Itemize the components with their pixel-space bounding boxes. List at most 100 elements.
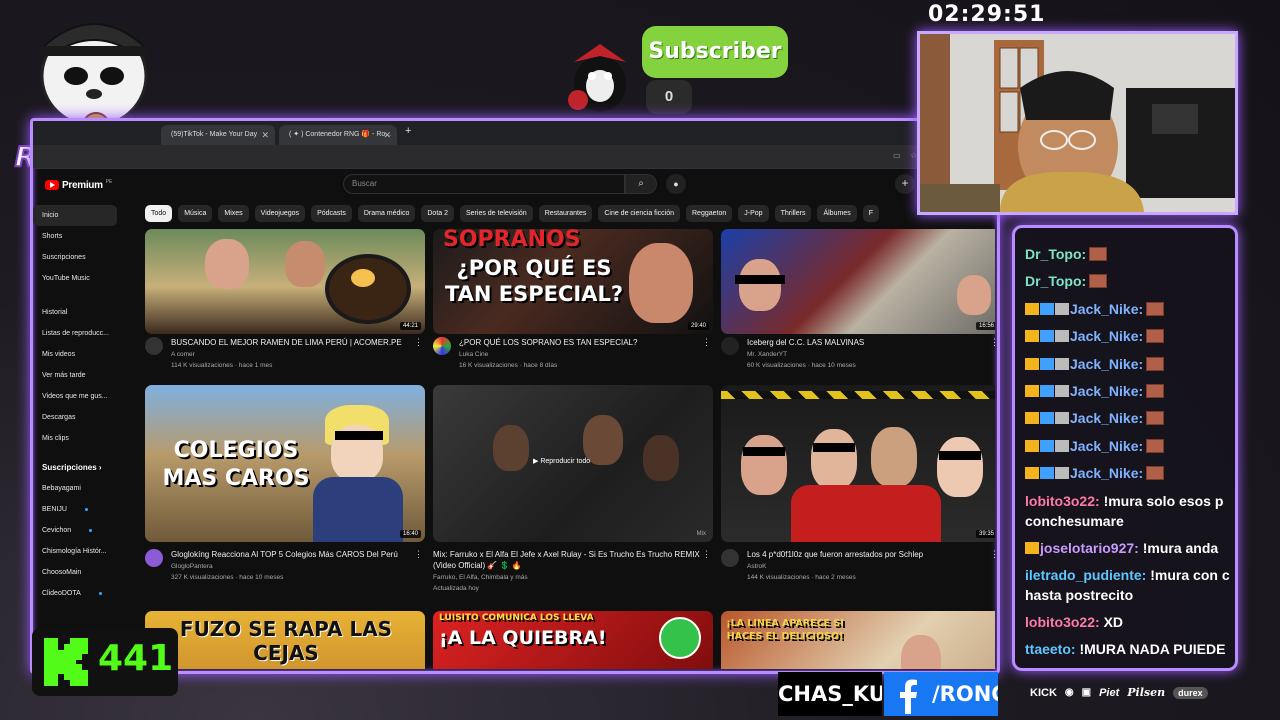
filter-chip[interactable]: Todo <box>145 205 173 222</box>
filter-chip[interactable]: F <box>862 205 879 222</box>
channel-avatar[interactable] <box>433 337 451 355</box>
filter-chip[interactable]: Reggaeton <box>686 205 733 222</box>
close-icon[interactable]: ✕ <box>261 125 269 145</box>
sidebar-sub-channel[interactable]: ClideoDOTA <box>33 583 123 604</box>
video-duration: 39:35 <box>975 530 995 538</box>
close-icon[interactable]: ✕ <box>383 125 391 145</box>
filter-chip[interactable]: Dota 2 <box>421 205 454 222</box>
channel-name[interactable]: A comer <box>171 350 195 359</box>
video-stats[interactable]: GlogloPantera <box>171 562 213 571</box>
more-options-icon[interactable]: ⋮ <box>702 337 711 348</box>
video-thumbnail[interactable]: SOPRANOS ¿POR QUÉ ES TAN ESPECIAL? 29:40 <box>433 229 713 334</box>
channel-avatar[interactable] <box>145 337 163 355</box>
video-title[interactable]: ¿POR QUÉ LOS SOPRANO ES TAN ESPECIAL? <box>459 337 699 348</box>
chat-username[interactable]: Jack_Nike: <box>1070 301 1143 317</box>
video-thumbnail[interactable]: 44:21 <box>145 229 425 334</box>
sidebar-sub-channel[interactable]: ChoosoMain <box>33 562 123 583</box>
sidebar-subscriptions-header[interactable]: Suscripciones › <box>33 457 123 478</box>
browser-tab-roblox[interactable]: ( ✦ ) Contenedor RNG 🎁 - Ro... ✕ <box>279 125 397 145</box>
censor-bar <box>813 443 855 452</box>
sidebar-item-suscripciones[interactable]: Suscripciones <box>33 247 123 268</box>
video-title[interactable]: Iceberg del C.C. LAS MALVINAS <box>747 337 987 348</box>
channel-avatar[interactable] <box>721 337 739 355</box>
video-thumbnail[interactable]: COLEGIOS MAS CAROS 16:40 <box>145 385 425 542</box>
sidebar-item-historial[interactable]: Historial <box>33 302 123 323</box>
chat-username[interactable]: Jack_Nike: <box>1070 328 1143 344</box>
more-options-icon[interactable]: ⋮ <box>702 549 711 560</box>
channel-name[interactable]: Luka Cine <box>459 350 488 359</box>
more-options-icon[interactable]: ⋮ <box>414 337 423 348</box>
play-all-overlay[interactable]: ▶ Reproducir todo <box>533 457 590 465</box>
video-thumbnail[interactable]: 16:56 <box>721 229 995 334</box>
sidebar-item-mis-videos[interactable]: Mis videos <box>33 344 123 365</box>
channel-avatar[interactable] <box>721 549 739 567</box>
cast-icon[interactable]: ▭ <box>893 151 903 161</box>
chat-username[interactable]: iletrado_pudiente: <box>1025 567 1146 583</box>
video-title[interactable]: Mix: Farruko x El Alfa El Jefe x Axel Ru… <box>433 549 703 571</box>
youtube-premium-logo[interactable]: Premium PE <box>45 177 112 193</box>
filter-chip[interactable]: Cine de ciencia ficción <box>598 205 680 222</box>
filter-chip[interactable]: J-Pop <box>738 205 769 222</box>
subscriber-button[interactable]: Subscriber <box>642 26 788 78</box>
chat-username[interactable]: Dr_Topo: <box>1025 273 1086 289</box>
filter-chip[interactable]: Videojuegos <box>254 205 306 222</box>
sidebar-sub-channel[interactable]: BENIJU <box>33 499 123 520</box>
chat-badge-icon <box>1025 467 1039 480</box>
filter-chip[interactable]: Mixes <box>218 205 249 222</box>
address-bar[interactable]: ▭ ☆ <box>33 145 997 169</box>
search-input[interactable]: Buscar <box>343 174 625 194</box>
filter-chip[interactable]: Álbumes <box>817 205 857 222</box>
chat-username[interactable]: Jack_Nike: <box>1070 383 1143 399</box>
video-thumbnail[interactable]: LUISITO COMUNICA LOS LLEVA ¡A LA QUIEBRA… <box>433 611 713 669</box>
video-thumbnail[interactable]: ¡LA LINEA APARECE SI HACES EL DELICIOSO! <box>721 611 995 669</box>
chat-username[interactable]: joselotario927: <box>1040 540 1139 556</box>
create-icon[interactable]: + <box>895 174 915 194</box>
video-stats: 16 K visualizaciones · hace 8 días <box>459 362 558 369</box>
more-options-icon[interactable]: ⋮ <box>990 337 995 348</box>
filter-chip[interactable]: Restaurantes <box>538 205 593 222</box>
filter-chip[interactable]: Pódcasts <box>311 205 352 222</box>
sidebar-sub-channel[interactable]: Bebayagami <box>33 478 123 499</box>
channel-name[interactable]: Mr. XanderYT <box>747 350 787 359</box>
channel-avatar[interactable] <box>145 549 163 567</box>
video-title[interactable]: Gloglokíng Reacciona Al TOP 5 Colegios M… <box>171 549 411 560</box>
filter-chip[interactable]: Drama médico <box>357 205 416 222</box>
chat-message: ttaeeto: !MURA NADA PUIEDE <box>1025 639 1235 659</box>
video-title[interactable]: Los 4 p*d0f1l0z que fueron arrestados po… <box>747 549 987 560</box>
channel-name[interactable]: Farruko, El Alfa, Chimbala y más <box>433 573 528 582</box>
more-options-icon[interactable]: ⋮ <box>990 549 995 560</box>
sidebar-item-shorts[interactable]: Shorts <box>33 226 123 247</box>
video-thumbnail[interactable]: FUZO SE RAPA LAS CEJAS <box>145 611 425 669</box>
chat-username[interactable]: lobito3o22: <box>1025 493 1100 509</box>
chat-username[interactable]: lobito3o22: <box>1025 614 1100 630</box>
video-thumbnail[interactable]: ▶ Reproducir todo Mix <box>433 385 713 542</box>
sidebar-item-descargas[interactable]: Descargas <box>33 407 123 428</box>
microphone-icon[interactable]: ● <box>666 174 686 194</box>
sidebar-item-videos-me-gustan[interactable]: Videos que me gus... <box>33 386 123 407</box>
chat-username[interactable]: Dr_Topo: <box>1025 246 1086 262</box>
chat-username[interactable]: ttaeeto: <box>1025 641 1076 657</box>
sidebar-item-mis-clips[interactable]: Mis clips <box>33 428 123 449</box>
sidebar-sub-channel[interactable]: Chismología Histór... <box>33 541 123 562</box>
chat-username[interactable]: Jack_Nike: <box>1070 438 1143 454</box>
youtube-brand-text: Premium <box>62 179 103 191</box>
video-thumbnail[interactable]: 39:35 <box>721 385 995 542</box>
chat-badge-icon <box>1055 412 1069 425</box>
filter-chip[interactable]: Música <box>178 205 213 222</box>
filter-chip[interactable]: Series de televisión <box>460 205 533 222</box>
chat-username[interactable]: Jack_Nike: <box>1070 410 1143 426</box>
channel-name[interactable]: AstroK <box>747 562 767 571</box>
video-title[interactable]: BUSCANDO EL MEJOR RAMEN DE LIMA PERÚ | A… <box>171 337 411 348</box>
sidebar-item-inicio[interactable]: Inicio <box>33 205 117 226</box>
filter-chip[interactable]: Thrillers <box>774 205 812 222</box>
more-options-icon[interactable]: ⋮ <box>414 549 423 560</box>
sidebar-sub-channel[interactable]: Cevichon <box>33 520 123 541</box>
search-icon[interactable]: ⌕ <box>625 174 657 194</box>
chat-username[interactable]: Jack_Nike: <box>1070 465 1143 481</box>
sidebar-item-listas[interactable]: Listas de reproducc... <box>33 323 123 344</box>
chat-username[interactable]: Jack_Nike: <box>1070 356 1143 372</box>
sidebar-item-ver-mas-tarde[interactable]: Ver más tarde <box>33 365 123 386</box>
browser-tab-tiktok[interactable]: (59)TikTok - Make Your Day ✕ <box>161 125 275 145</box>
sidebar-item-youtube-music[interactable]: YouTube Music <box>33 268 123 289</box>
new-tab-icon[interactable]: + <box>405 125 411 137</box>
